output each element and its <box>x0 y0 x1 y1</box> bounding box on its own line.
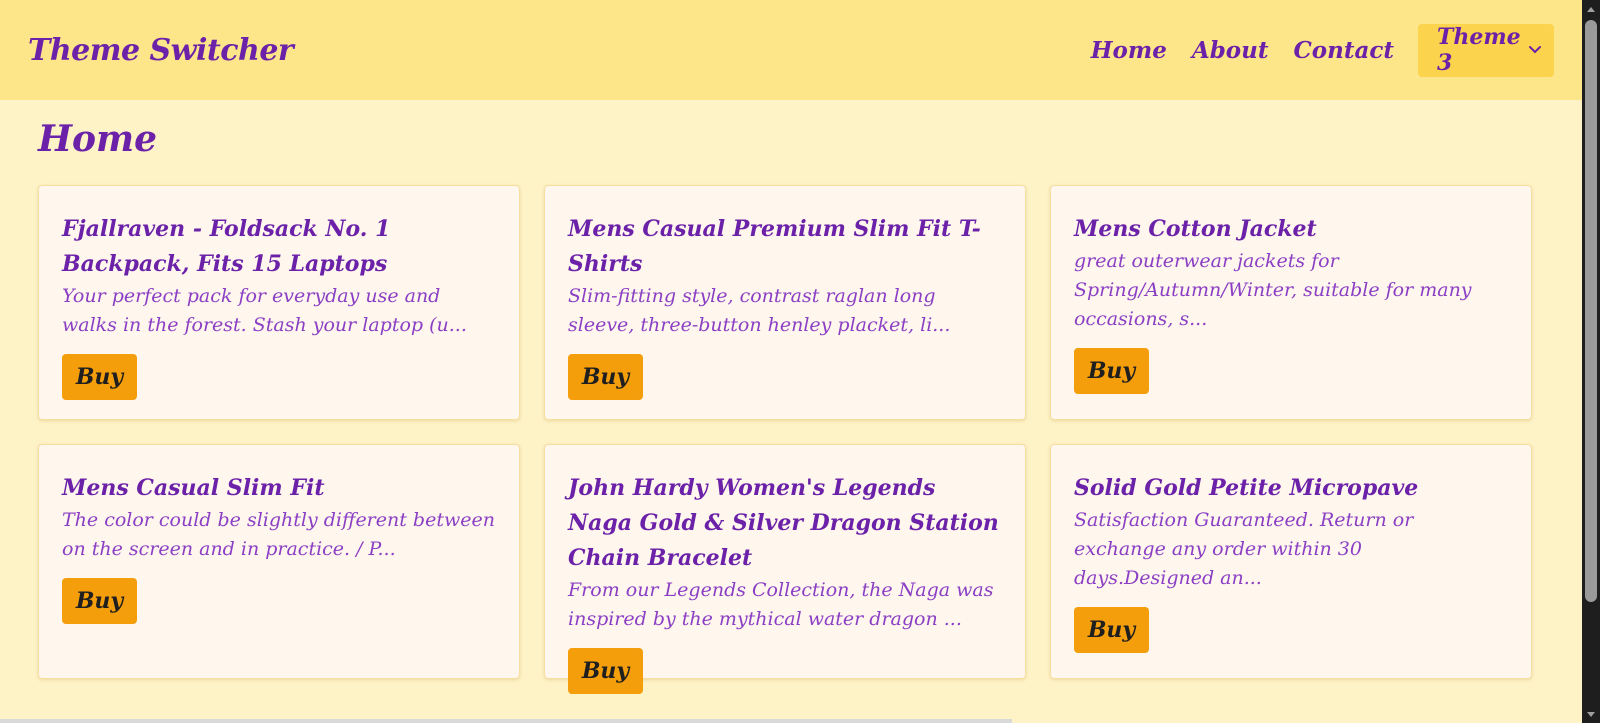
scroll-up-arrow-icon[interactable] <box>1582 0 1600 18</box>
product-title: John Hardy Women's Legends Naga Gold & S… <box>568 475 999 571</box>
vertical-scrollbar[interactable] <box>1582 0 1600 723</box>
product-title: Mens Casual Slim Fit <box>62 475 325 501</box>
product-description: great outerwear jackets for Spring/Autum… <box>1074 250 1472 330</box>
product-card: John Hardy Women's Legends Naga Gold & S… <box>544 444 1026 694</box>
product-description: The color could be slightly different be… <box>62 509 495 560</box>
buy-button[interactable]: Buy <box>1074 607 1149 653</box>
scrollbar-thumb[interactable] <box>1585 20 1597 602</box>
brand-title[interactable]: Theme Switcher <box>28 33 294 68</box>
buy-button[interactable]: Buy <box>1074 348 1149 394</box>
buy-button[interactable]: Buy <box>62 354 137 400</box>
product-card: Mens Cotton Jacket great outerwear jacke… <box>1050 185 1532 420</box>
top-navbar: Theme Switcher Home About Contact Theme … <box>0 0 1582 100</box>
product-grid: Fjallraven - Foldsack No. 1 Backpack, Fi… <box>38 185 1533 694</box>
nav-link-contact[interactable]: Contact <box>1293 37 1394 64</box>
main-content: Home Fjallraven - Foldsack No. 1 Backpac… <box>38 100 1533 694</box>
page: Theme Switcher Home About Contact Theme … <box>0 0 1582 723</box>
product-title: Mens Cotton Jacket <box>1074 216 1317 242</box>
product-description: Satisfaction Guaranteed. Return or excha… <box>1074 509 1414 589</box>
product-card: Fjallraven - Foldsack No. 1 Backpack, Fi… <box>38 185 520 420</box>
main-nav: Home About Contact Theme 3 <box>1066 23 1554 77</box>
buy-button[interactable]: Buy <box>568 648 643 694</box>
product-description: Slim-fitting style, contrast raglan long… <box>568 285 951 336</box>
product-title: Solid Gold Petite Micropave <box>1074 475 1419 501</box>
theme-select[interactable]: Theme 3 <box>1418 23 1554 77</box>
product-card: Mens Casual Premium Slim Fit T-Shirts Sl… <box>544 185 1026 420</box>
nav-link-about[interactable]: About <box>1192 37 1269 64</box>
product-description: From our Legends Collection, the Naga wa… <box>568 579 994 630</box>
theme-select-value: Theme 3 <box>1437 24 1521 76</box>
nav-link-home[interactable]: Home <box>1091 37 1167 64</box>
buy-button[interactable]: Buy <box>568 354 643 400</box>
page-title: Home <box>38 118 158 160</box>
product-title: Mens Casual Premium Slim Fit T-Shirts <box>568 216 981 277</box>
product-card: Mens Casual Slim Fit The color could be … <box>38 444 520 679</box>
horizontal-scrollbar[interactable] <box>0 719 1012 723</box>
product-title: Fjallraven - Foldsack No. 1 Backpack, Fi… <box>62 216 391 277</box>
product-description: Your perfect pack for everyday use and w… <box>62 285 467 336</box>
chevron-down-icon <box>1528 45 1542 55</box>
product-card: Solid Gold Petite Micropave Satisfaction… <box>1050 444 1532 679</box>
scroll-down-arrow-icon[interactable] <box>1582 705 1600 723</box>
buy-button[interactable]: Buy <box>62 578 137 624</box>
